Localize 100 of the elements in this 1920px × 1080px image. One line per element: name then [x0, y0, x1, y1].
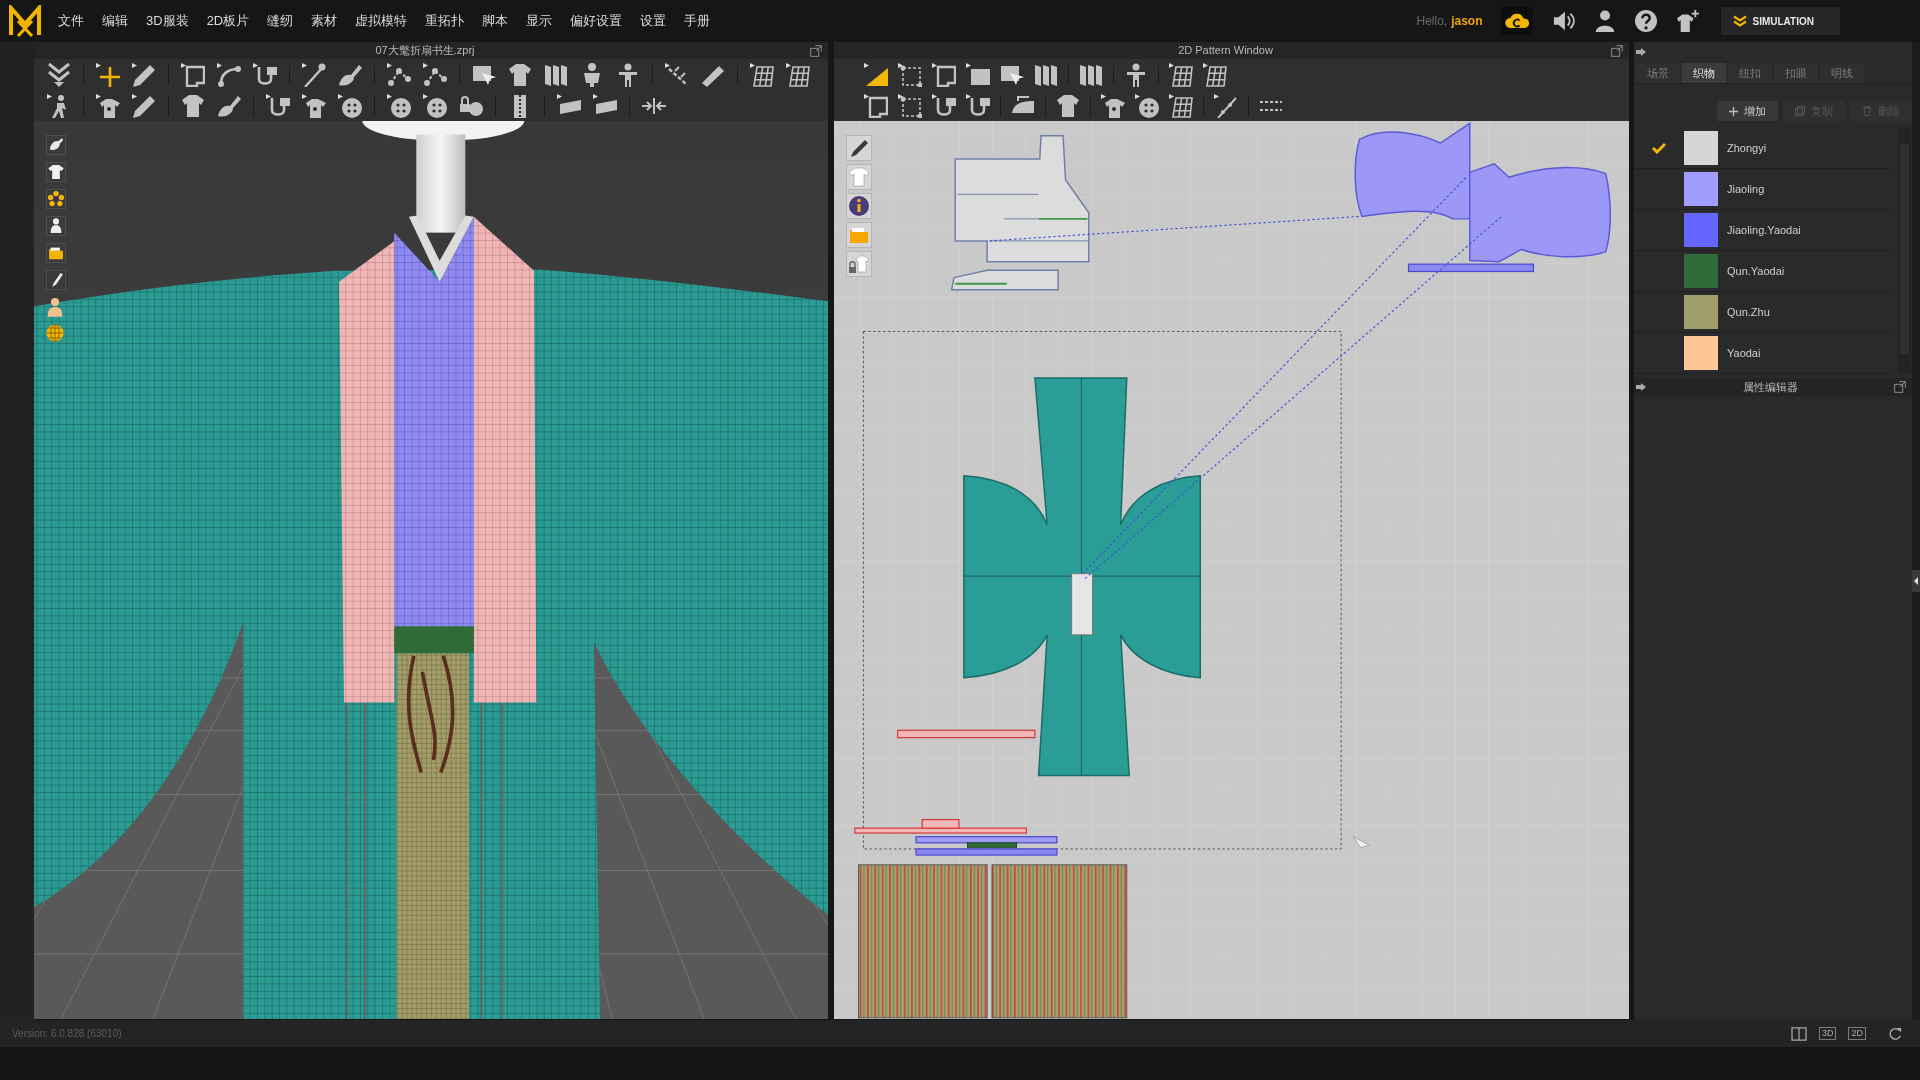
menu-item[interactable]: 文件 — [49, 11, 93, 31]
polyline-icon[interactable] — [387, 62, 411, 87]
button-icon[interactable] — [338, 93, 362, 118]
padlock-shirt-icon[interactable] — [846, 251, 872, 277]
notched-square-icon[interactable] — [932, 62, 956, 87]
dotted-square-icon[interactable] — [898, 62, 922, 87]
notched-square-icon[interactable] — [864, 93, 888, 118]
shirt-icon[interactable] — [96, 93, 120, 118]
fabric-list-item[interactable]: Qun.Zhu — [1634, 292, 1890, 333]
info-icon[interactable] — [846, 193, 872, 219]
menu-item[interactable]: 素材 — [302, 11, 347, 31]
shirt-icon[interactable] — [181, 93, 205, 118]
pattern-piece[interactable] — [954, 134, 1090, 263]
menu-item[interactable]: 编辑 — [93, 11, 137, 31]
collapse-tab-icon[interactable] — [1912, 570, 1920, 592]
pattern-piece[interactable] — [921, 818, 960, 829]
dotted-diagonal-icon[interactable] — [1214, 93, 1238, 118]
expand-arrow-icon[interactable] — [1636, 48, 1646, 56]
shirt-icon[interactable] — [1101, 93, 1125, 118]
help-icon[interactable] — [1634, 10, 1657, 32]
hook-icon[interactable] — [253, 62, 277, 87]
pattern-piece[interactable] — [1071, 573, 1093, 636]
grid-icon[interactable] — [1169, 62, 1193, 87]
columns-icon[interactable] — [1034, 62, 1058, 87]
pencil-icon[interactable] — [132, 93, 156, 118]
menu-item[interactable]: 偏好设置 — [561, 11, 632, 31]
needle-icon[interactable] — [302, 62, 326, 87]
shirt-plus-icon[interactable] — [1676, 10, 1699, 32]
hook-icon[interactable] — [932, 93, 956, 118]
grid-icon[interactable] — [786, 62, 810, 87]
rectangle-icon[interactable] — [966, 62, 990, 87]
menu-item[interactable]: 3D服装 — [137, 11, 198, 31]
brush-icon[interactable] — [338, 62, 362, 87]
hook-icon[interactable] — [266, 93, 290, 118]
speaker-icon[interactable] — [1552, 10, 1575, 32]
simulation-button[interactable]: SIMULATION — [1720, 7, 1840, 35]
shirt-icon[interactable] — [508, 62, 532, 87]
popout-icon[interactable] — [1611, 44, 1623, 57]
columns-icon[interactable] — [544, 62, 568, 87]
expand-arrow-icon[interactable] — [1636, 383, 1646, 391]
folder-icon[interactable] — [46, 243, 66, 263]
curve-icon[interactable] — [217, 62, 241, 87]
chevrons-down-icon[interactable] — [47, 62, 71, 87]
menu-item[interactable]: 手册 — [675, 11, 720, 31]
view-mode-button[interactable]: 3D — [1818, 1027, 1837, 1040]
padlock-button-icon[interactable] — [459, 93, 483, 118]
menu-item[interactable]: 显示 — [517, 11, 562, 31]
grid-icon[interactable] — [1203, 62, 1227, 87]
grid-icon[interactable] — [1169, 93, 1193, 118]
pencil-icon[interactable] — [132, 62, 156, 87]
fabric-list-item[interactable]: Yaodai — [1634, 333, 1890, 374]
fabric-list-item[interactable]: Jiaoling — [1634, 169, 1890, 210]
pattern-piece[interactable] — [1407, 263, 1535, 273]
dotted-square-icon[interactable] — [898, 93, 922, 118]
view-mode-button[interactable]: 2D — [1848, 1027, 1866, 1040]
pattern-piece[interactable] — [854, 827, 1027, 834]
menu-item[interactable]: 设置 — [631, 11, 676, 31]
figure-icon[interactable] — [616, 62, 640, 87]
popout-icon[interactable] — [810, 44, 822, 57]
shirt-icon[interactable] — [46, 162, 66, 182]
grid-icon[interactable] — [750, 62, 774, 87]
figure-icon[interactable] — [1124, 62, 1148, 87]
user-icon[interactable] — [1594, 10, 1615, 32]
button-icon[interactable] — [387, 93, 411, 118]
notched-square-icon[interactable] — [181, 62, 205, 87]
triangle-icon[interactable] — [864, 62, 888, 87]
polyline-icon[interactable] — [423, 62, 447, 87]
flower-icon[interactable] — [46, 189, 66, 209]
menu-item[interactable]: 脚本 — [473, 11, 518, 31]
split-view-icon[interactable] — [1790, 1026, 1807, 1041]
pattern-piece[interactable] — [950, 269, 1059, 291]
menu-item[interactable]: 虚拟模特 — [346, 11, 417, 31]
pattern-piece[interactable] — [897, 729, 1036, 739]
pattern-piece[interactable] — [1354, 122, 1471, 220]
brush-icon[interactable] — [217, 93, 241, 118]
fabric-list-item[interactable]: Jiaoling.Yaodai — [1634, 210, 1890, 251]
button-icon[interactable] — [423, 93, 447, 118]
globe-icon[interactable] — [46, 324, 64, 342]
menu-item[interactable]: 重拓扑 — [416, 11, 474, 31]
mannequin-icon[interactable] — [46, 216, 66, 236]
shirt-icon[interactable] — [302, 93, 326, 118]
pattern-piece[interactable] — [1469, 163, 1612, 263]
brush-icon[interactable] — [46, 135, 66, 155]
figure-icon[interactable] — [46, 297, 64, 317]
button-icon[interactable] — [1135, 93, 1159, 118]
cloud-icon[interactable] — [1500, 7, 1533, 35]
shirt-icon[interactable] — [1056, 93, 1080, 118]
dashed-diagonal-icon[interactable] — [665, 62, 689, 87]
columns-icon[interactable] — [1079, 62, 1103, 87]
popout-icon[interactable] — [1894, 381, 1906, 393]
fabric-list-item[interactable]: Qun.Yaodai — [1634, 251, 1890, 292]
menu-item[interactable]: 2D板片 — [197, 11, 259, 31]
pattern-piece[interactable] — [963, 377, 1201, 777]
pen-icon[interactable] — [46, 270, 66, 290]
pattern-piece[interactable] — [915, 836, 1058, 844]
plus-icon[interactable] — [96, 62, 120, 87]
refresh-icon[interactable] — [1888, 1026, 1902, 1041]
pencil-icon[interactable] — [846, 135, 872, 161]
fabric-list-item[interactable]: Zhongyi — [1634, 128, 1890, 169]
add-button[interactable]: 增加 — [1717, 101, 1778, 121]
